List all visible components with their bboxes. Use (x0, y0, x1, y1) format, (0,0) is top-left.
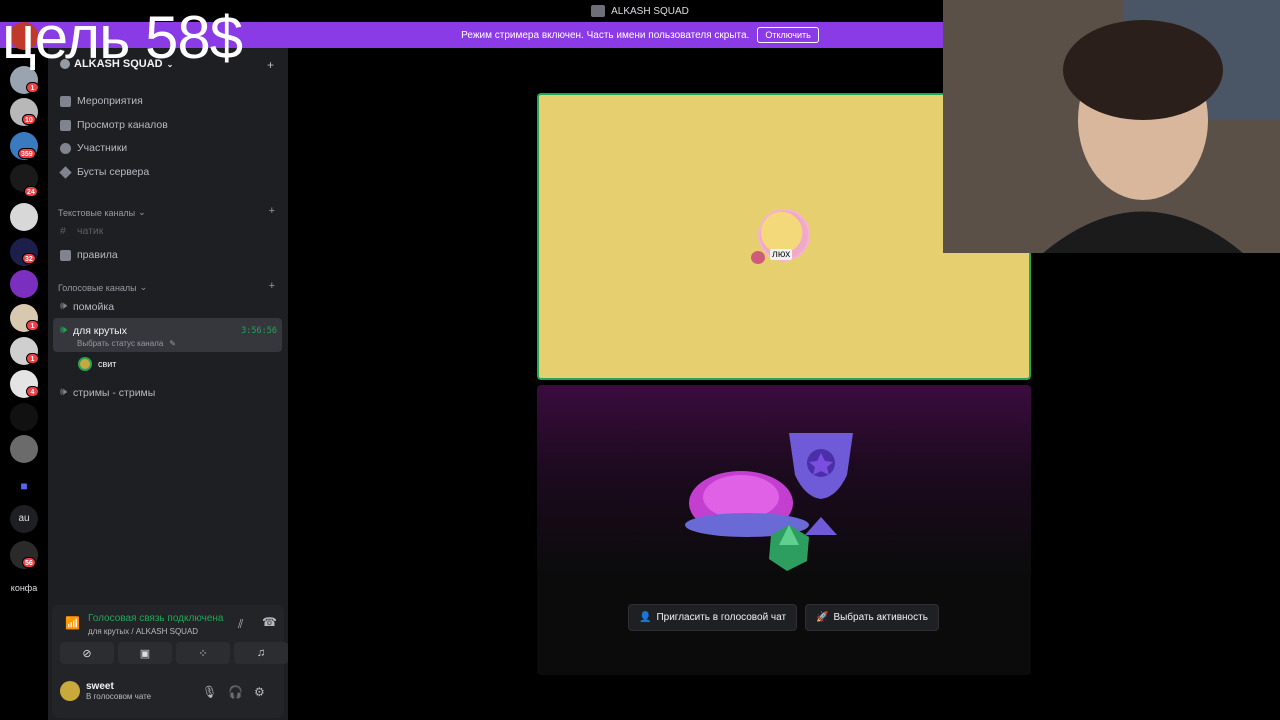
avatar (78, 357, 92, 371)
chevron-down-icon: ⌄ (139, 282, 148, 292)
rocket-icon: 🚀 (816, 612, 829, 623)
browse-channels-icon (60, 119, 71, 131)
unread-badge: 359 (18, 148, 36, 159)
voice-channel-dlya-krutykh[interactable]: 🕪 для крутых (60, 324, 127, 337)
soundboard-button[interactable]: ♫ (234, 642, 288, 664)
speaker-icon: 🕪 (60, 324, 67, 336)
unread-badge: 1 (26, 320, 39, 331)
unread-badge: 4 (26, 386, 39, 397)
server-rail: 1 10 359 24 32 1 1 4 ■ au 56 конфа (0, 22, 48, 720)
add-voice-channel-icon[interactable]: + (269, 280, 275, 292)
unread-badge: 56 (22, 557, 36, 568)
add-user-icon: 👤 (639, 612, 652, 623)
headphones-icon[interactable]: 🎧 (228, 685, 243, 699)
user-panel[interactable]: sweet В голосовом чате (60, 681, 151, 701)
channel-chatik[interactable]: # чатик (60, 225, 103, 237)
signal-icon[interactable]: 📶 (65, 616, 80, 630)
hashtag-icon: # (60, 225, 66, 237)
user-status: В голосовом чате (86, 692, 152, 701)
members-icon (60, 142, 71, 154)
voice-channel-streams[interactable]: 🕪 стримы - стримы (60, 386, 155, 399)
choose-activity-button[interactable]: 🚀 Выбрать активность (805, 604, 939, 631)
trophy-illustration (685, 433, 853, 571)
server-label-au: au (18, 513, 30, 524)
voice-member[interactable]: свит (78, 357, 116, 371)
activity-invite-tile (537, 385, 1031, 675)
username: sweet (86, 681, 114, 692)
voice-status: Голосовая связь подключена (88, 613, 224, 624)
noise-suppression-icon[interactable]: ⫽ (238, 617, 243, 632)
sidebar-item-members[interactable]: Участники (60, 142, 127, 154)
invite-people-icon[interactable]: + (267, 58, 274, 72)
camera-toggle-button[interactable]: ⊘ (60, 642, 114, 664)
sidebar-item-server-boosts[interactable]: Бусты сервера (59, 165, 149, 179)
add-text-channel-icon[interactable]: + (269, 205, 275, 217)
pencil-icon: ✎ (169, 339, 176, 348)
activities-icon: ⁘ (198, 647, 208, 660)
unread-badge: 10 (22, 114, 36, 125)
webcam-overlay (943, 0, 1280, 253)
soundboard-icon: ♫ (256, 647, 266, 659)
server-icon-alkash-squad[interactable] (10, 435, 38, 463)
speaker-icon: 🕪 (60, 386, 67, 398)
server-label-konfa[interactable]: конфа (8, 583, 40, 593)
banner-message: Режим стримера включен. Часть имени поль… (461, 29, 750, 41)
chevron-down-icon: ⌄ (138, 207, 146, 217)
avatar-decoration-icon (751, 251, 765, 264)
category-text-channels[interactable]: Текстовые каналы ⌄ (58, 207, 146, 218)
microphone-icon[interactable]: 🎙 (202, 685, 217, 699)
channel-rules[interactable]: правила (60, 249, 118, 261)
speaker-icon: 🕪 (60, 300, 67, 312)
invite-to-voice-button[interactable]: 👤 Пригласить в голосовой чат (628, 604, 798, 631)
screen-share-button[interactable]: ▣ (118, 642, 172, 664)
avatar (60, 681, 80, 701)
server-icon-6[interactable] (10, 203, 38, 231)
folder-icon[interactable]: ■ (10, 472, 38, 500)
server-icon-12[interactable] (10, 403, 38, 431)
server-icon (591, 5, 606, 17)
sidebar-item-events[interactable]: Мероприятия (60, 95, 143, 107)
stream-goal-overlay: цель 58$ (2, 4, 243, 71)
boost-icon (59, 165, 72, 179)
sidebar-item-browse-channels[interactable]: Просмотр каналов (60, 119, 168, 131)
screen-share-icon: ▣ (139, 647, 151, 660)
gear-icon[interactable]: ⚙ (254, 685, 265, 699)
voice-connection-panel: 📶 Голосовая связь подключена для крутых … (52, 605, 288, 718)
unread-badge: 1 (26, 82, 39, 93)
activities-button[interactable]: ⁘ (176, 642, 230, 664)
channel-timer: 3:56:56 (241, 326, 277, 336)
set-channel-status[interactable]: Выбрать статус канала ✎ (77, 339, 176, 348)
disable-streamer-mode-button[interactable]: Отключить (757, 27, 819, 43)
streamer-webcam-image (943, 0, 1280, 253)
channel-sidebar: ALKASH SQUAD ⌄ + Мероприятия Просмотр ка… (48, 48, 288, 720)
voice-channel-pomoika[interactable]: 🕪 помойка (60, 300, 114, 313)
rules-icon (60, 249, 71, 261)
window-title: ALKASH SQUAD (611, 5, 689, 17)
calendar-icon (60, 95, 71, 107)
unread-badge: 1 (26, 353, 39, 364)
unread-badge: 32 (22, 253, 36, 264)
unread-badge: 24 (24, 186, 38, 197)
participant-name-label: люх (770, 249, 793, 260)
voice-location[interactable]: для крутых / ALKASH SQUAD (88, 627, 198, 636)
server-icon-8[interactable] (10, 270, 38, 298)
camera-off-icon: ⊘ (82, 647, 92, 660)
category-voice-channels[interactable]: Голосовые каналы ⌄ (58, 282, 147, 293)
disconnect-icon[interactable]: ☎ (262, 615, 277, 629)
